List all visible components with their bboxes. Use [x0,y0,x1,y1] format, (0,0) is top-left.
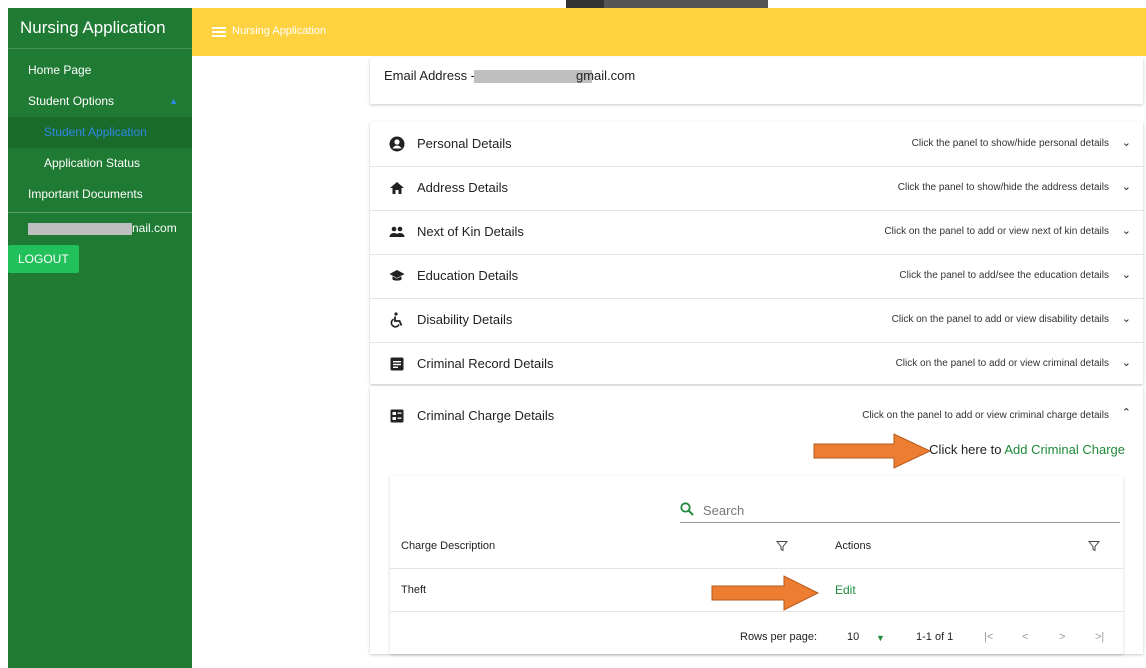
logout-button[interactable]: LOGOUT [8,245,79,273]
pagination-range: 1-1 of 1 [916,631,954,643]
next-page-icon[interactable]: > [1059,631,1065,643]
rows-per-page-select[interactable]: 10 [847,631,859,643]
panel-hint: Click on the panel to add or view crimin… [862,410,1109,421]
panel-hint: Click the panel to show/hide the address… [897,182,1109,193]
sidebar-item-student-application[interactable]: Student Application [8,117,192,148]
panel-hint: Click on the panel to add or view next o… [884,226,1109,237]
user-email-suffix: nail.com [132,221,177,235]
chevron-down-icon: ⌄ [1121,357,1131,369]
sidebar: Nursing Application Home Page Student Op… [8,8,192,668]
badge-icon [390,409,404,423]
panel-hint: Click on the panel to add or view crimin… [895,358,1109,369]
cell-charge-description: Theft [401,584,427,596]
sidebar-item-application-status[interactable]: Application Status [8,148,192,179]
redacted-block [474,70,592,83]
panel-education-details[interactable]: Education Details Click the panel to add… [370,254,1143,299]
panel-title: Address Details [417,180,509,195]
search-field[interactable]: Search [680,500,1120,523]
edit-link[interactable]: Edit [835,583,856,597]
arrow-annotation-add [813,433,932,469]
caret-down-icon[interactable]: ▼ [876,633,885,643]
account-circle-icon [389,136,405,152]
panel-title: Disability Details [417,312,513,327]
email-card: Email Address - gmail.com [370,58,1143,104]
sidebar-item-label: Student Options [28,94,115,108]
column-header-charge-description[interactable]: Charge Description [401,540,495,552]
prev-page-icon[interactable]: < [1022,631,1028,643]
sidebar-item-home[interactable]: Home Page [8,55,192,86]
chevron-down-icon: ⌄ [1121,137,1131,149]
panel-disability-details[interactable]: Disability Details Click on the panel to… [370,298,1143,343]
chevron-down-icon: ⌄ [1121,313,1131,325]
people-icon [389,226,405,237]
sidebar-item-important-documents[interactable]: Important Documents [8,179,192,210]
app-title: Nursing Application [8,8,192,49]
panel-title: Next of Kin Details [417,224,524,239]
sidebar-item-student-options[interactable]: Student Options ▲ [8,86,192,117]
rows-per-page-label: Rows per page: [740,631,818,643]
details-panels: Personal Details Click the panel to show… [370,122,1143,384]
email-suffix: gmail.com [576,68,636,83]
panel-criminal-charge-details: Criminal Charge Details Click on the pan… [370,386,1143,654]
chevron-down-icon: ⌄ [1121,181,1131,193]
panel-criminal-record-details[interactable]: Criminal Record Details Click on the pan… [370,342,1143,386]
school-icon [389,270,405,281]
window-strip [604,0,768,8]
last-page-icon[interactable]: >| [1095,631,1104,643]
top-app-bar: Nursing Application [192,8,1146,56]
chevron-up-icon: ▲ [169,96,178,106]
panel-title: Criminal Charge Details [417,408,555,423]
email-label: Email Address - [384,68,476,83]
arrow-annotation-edit [711,575,820,611]
panel-title: Personal Details [417,136,512,151]
add-charge-row: Click here to Add Criminal Charge [929,442,1125,457]
divider [390,568,1123,569]
add-criminal-charge-link[interactable]: Add Criminal Charge [1004,442,1125,457]
charges-table: Search Charge Description Actions Theft … [390,476,1123,654]
document-icon [390,357,404,371]
user-email: nail.com [8,213,192,243]
redacted-block [28,223,132,235]
panel-personal-details[interactable]: Personal Details Click the panel to show… [370,122,1143,167]
panel-hint: Click on the panel to add or view disabi… [891,314,1109,325]
panel-title: Criminal Record Details [417,356,554,371]
panel-hint: Click the panel to show/hide personal de… [911,138,1109,149]
column-header-actions[interactable]: Actions [835,540,871,552]
menu-icon[interactable] [212,27,226,37]
topbar-title: Nursing Application [232,25,327,37]
accessible-icon [390,312,403,328]
chevron-down-icon: ⌄ [1121,225,1131,237]
panel-hint: Click the panel to add/see the education… [899,270,1109,281]
panel-next-of-kin-details[interactable]: Next of Kin Details Click on the panel t… [370,210,1143,255]
filter-icon[interactable] [1088,540,1100,552]
chevron-up-icon: ⌃ [1121,407,1131,419]
search-input[interactable]: Search [703,503,744,518]
chevron-down-icon: ⌄ [1121,269,1131,281]
panel-header[interactable]: Criminal Charge Details Click on the pan… [370,394,1143,438]
home-icon [390,182,404,194]
add-charge-prefix: Click here to [929,442,1002,457]
search-icon [680,502,694,516]
panel-title: Education Details [417,268,519,283]
panel-address-details[interactable]: Address Details Click the panel to show/… [370,166,1143,211]
first-page-icon[interactable]: |< [984,631,993,643]
filter-icon[interactable] [776,540,788,552]
